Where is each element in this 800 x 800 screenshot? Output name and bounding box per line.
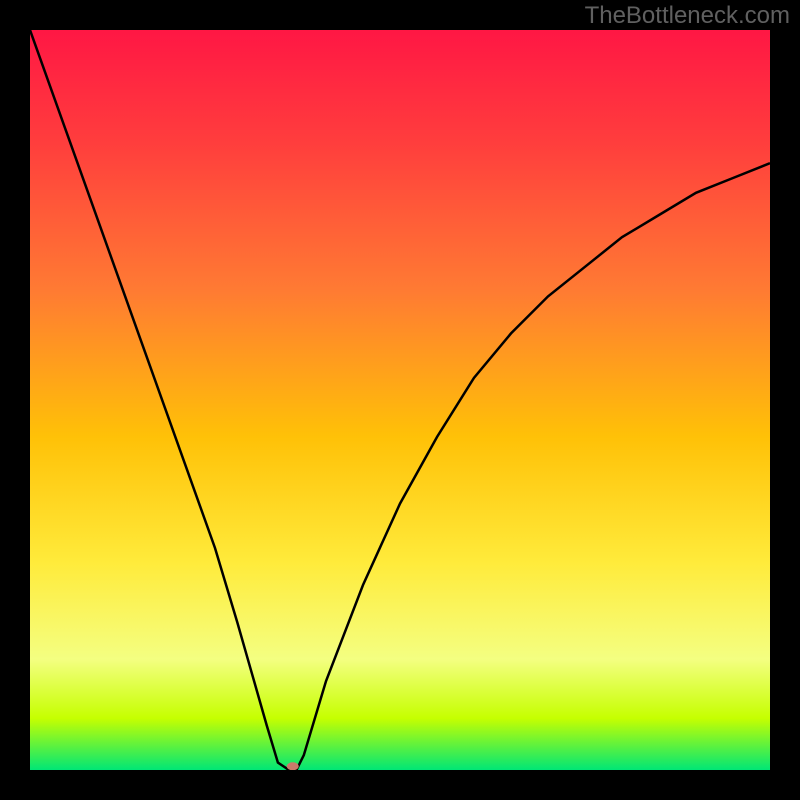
- minimum-marker: [287, 762, 299, 770]
- gradient-background: [30, 30, 770, 770]
- chart-container: [30, 30, 770, 770]
- watermark-text: TheBottleneck.com: [585, 2, 790, 30]
- bottleneck-chart: [30, 30, 770, 770]
